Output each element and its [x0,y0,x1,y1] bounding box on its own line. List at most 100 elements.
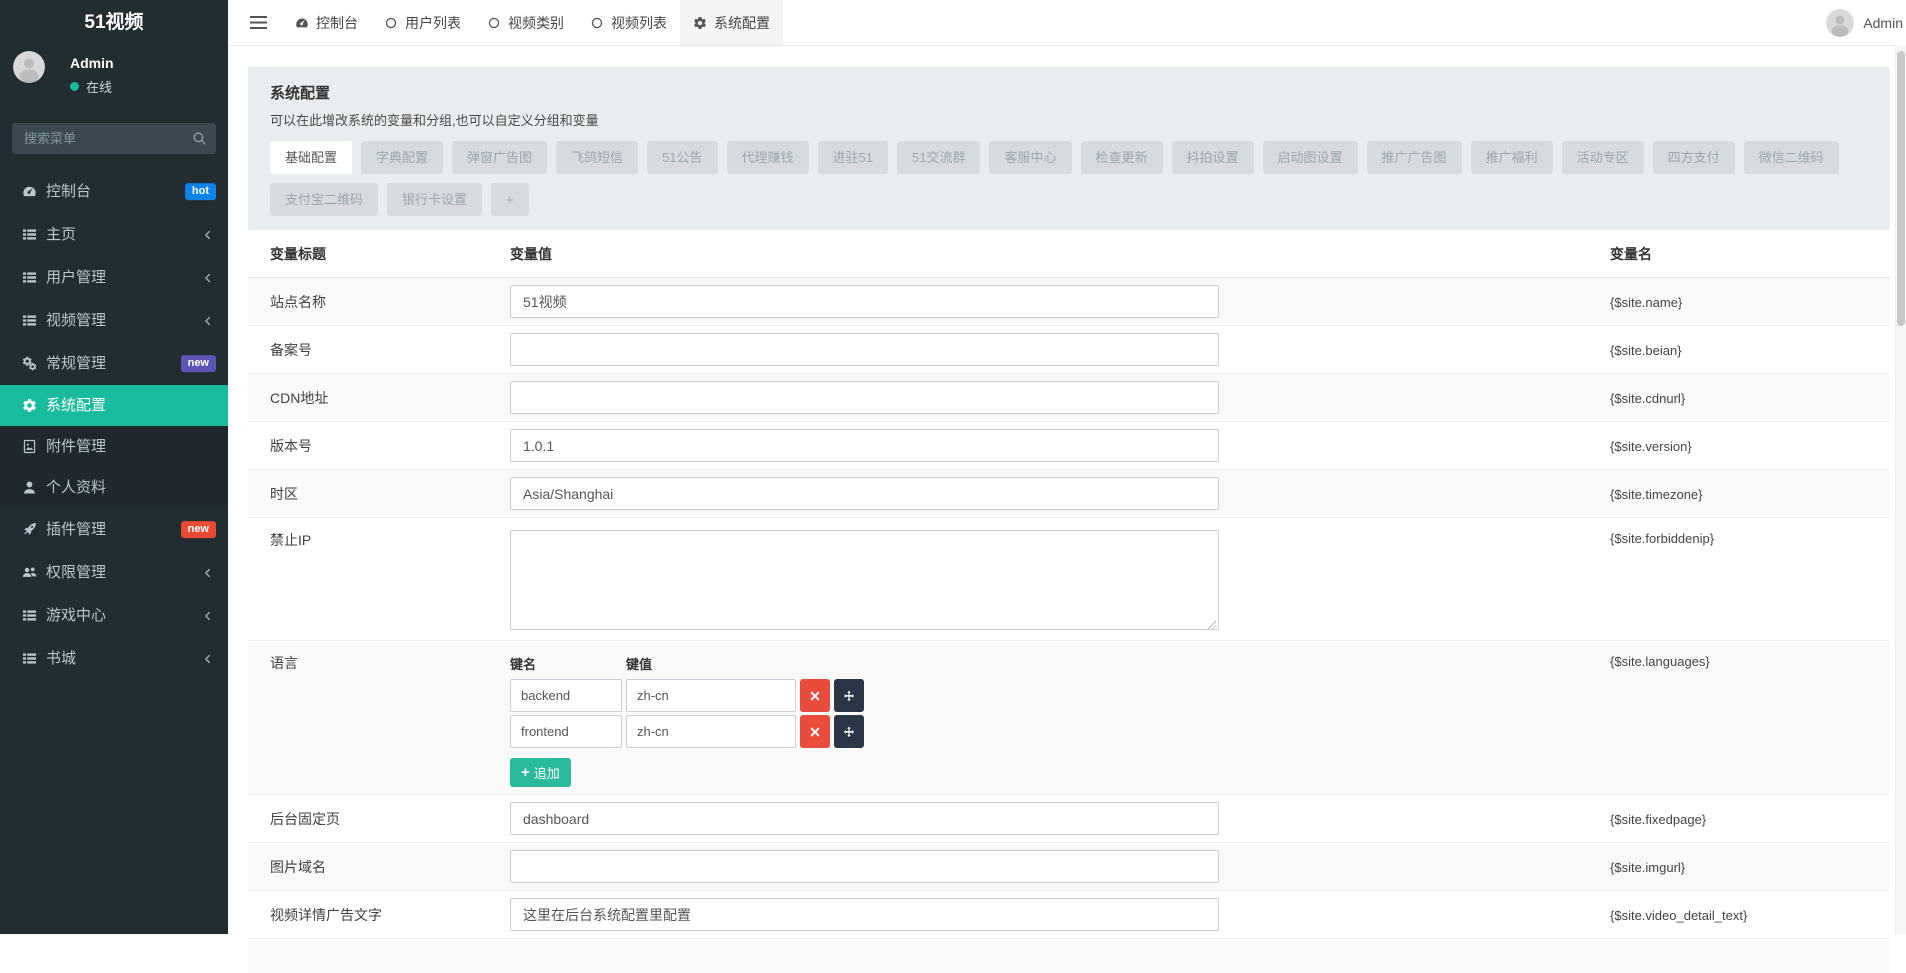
append-button[interactable]: +追加 [510,758,571,787]
sidebar-search [12,123,216,154]
group-tab[interactable]: 推广福利 [1471,141,1553,174]
group-tab[interactable]: 推广广告图 [1367,141,1462,174]
user-status: 在线 [70,77,112,96]
config-panel: 系统配置 可以在此增改系统的变量和分组,也可以自定义分组和变量 基础配置字典配置… [248,67,1890,973]
config-value-input[interactable] [510,429,1219,462]
sidebar-item[interactable]: 插件管理new [0,508,228,551]
group-tab[interactable]: 51公告 [647,141,717,174]
sidebar-item[interactable]: 游戏中心 [0,594,228,637]
config-group-tabs: 基础配置字典配置弹窗广告图飞鸽短信 51公告代理赚钱进驻51 51交流群客服中心检查… [270,141,1868,225]
config-value-input[interactable] [510,333,1219,366]
list-icon [22,227,37,242]
sidebar-item[interactable]: 视频管理 [0,299,228,342]
sidebar-item[interactable]: 附件管理 [0,426,228,467]
variable-name: {$site.timezone} [1610,487,1703,502]
variable-title: 后台固定页 [248,795,488,843]
menu-toggle-icon[interactable] [250,16,267,29]
variable-name: {$site.beian} [1610,343,1682,358]
delete-row-button[interactable] [800,679,830,712]
config-value-input[interactable] [510,898,1219,931]
group-tab[interactable]: 银行卡设置 [387,183,482,216]
group-tab[interactable]: 基础配置 [270,141,352,174]
group-tab[interactable]: 飞鸽短信 [556,141,638,174]
config-value-textarea[interactable] [510,530,1219,630]
kv-value-input[interactable] [626,715,796,748]
topbar-tab[interactable]: 控制台 [282,0,371,45]
new-badge: new [181,355,216,373]
group-tab[interactable]: 客服中心 [989,141,1071,174]
sidebar-item[interactable]: 主页 [0,213,228,256]
search-input[interactable] [12,123,216,154]
list-icon [22,270,37,285]
topbar-tab[interactable]: 视频列表 [577,0,680,45]
group-tab[interactable]: 抖拍设置 [1172,141,1254,174]
vertical-scrollbar[interactable] [1895,45,1906,934]
group-tab[interactable]: 四方支付 [1653,141,1735,174]
sidebar-item[interactable]: 权限管理 [0,551,228,594]
move-row-button[interactable] [834,679,864,712]
sidebar-item[interactable]: 控制台hot [0,170,228,213]
group-tab[interactable]: 微信二维码 [1744,141,1839,174]
sidebar-item-label: 用户管理 [46,269,106,286]
col-header-value: 变量值 [488,230,1588,278]
config-value-input[interactable] [510,381,1219,414]
variable-value-cell [488,470,1588,518]
variable-value-cell [488,374,1588,422]
move-row-button[interactable] [834,715,864,748]
cogs-icon [22,356,37,371]
col-header-title: 变量标题 [248,230,488,278]
topbar-tab-label: 视频列表 [611,13,667,33]
config-value-input[interactable] [510,285,1219,318]
variable-title: 版本号 [248,422,488,470]
topbar-tab[interactable]: 用户列表 [371,0,474,45]
delete-row-button[interactable] [800,715,830,748]
variable-value-cell [488,891,1588,939]
sidebar-item-label: 视频管理 [46,312,106,329]
sidebar-item[interactable]: 常规管理 new [0,342,228,385]
variable-name: {$site.forbiddenip} [1610,531,1714,546]
group-tab[interactable]: 活动专区 [1562,141,1644,174]
chevron-left-icon [201,314,215,328]
topbar-tab-label: 用户列表 [405,13,461,33]
add-group-tab-button[interactable]: + [491,183,529,216]
kv-key-input[interactable] [510,715,622,748]
chevron-left-icon [201,609,215,623]
config-value-input[interactable] [510,477,1219,510]
variable-title: CDN地址 [248,374,488,422]
config-row: 备案号 {$site.beian} [248,326,1890,374]
group-tab[interactable]: 支付宝二维码 [270,183,378,216]
topbar-tab[interactable]: 系统配置 [680,0,783,45]
kv-row [510,679,1587,712]
group-tab[interactable]: 启动图设置 [1263,141,1358,174]
partial-row [248,939,1890,973]
group-tab[interactable]: 51交流群 [897,141,980,174]
group-tab[interactable]: 进驻51 [818,141,888,174]
config-value-input[interactable] [510,802,1219,835]
topbar-user[interactable]: Admin [1826,0,1903,45]
kv-value-input[interactable] [626,679,796,712]
config-row: 时区 {$site.timezone} [248,470,1890,518]
variable-title: 视频详情广告文字 [248,891,488,939]
config-value-input[interactable] [510,850,1219,883]
variable-value-cell [488,278,1588,326]
sidebar-item[interactable]: 个人资料 [0,467,228,508]
circle-icon [590,16,604,30]
sidebar-item[interactable]: 系统配置 [0,385,228,426]
group-tab[interactable]: 字典配置 [361,141,443,174]
kv-key-input[interactable] [510,679,622,712]
variable-name: {$site.languages} [1610,654,1710,669]
group-tab[interactable]: 代理赚钱 [727,141,809,174]
sidebar: 51视频 Admin 在线 控制台hot 主页 用户管理 视频管理 常规管理ne… [0,0,228,934]
sidebar-item-label: 常规管理 [46,355,106,372]
topbar-tab[interactable]: 视频类别 [474,0,577,45]
topbar: 控制台 用户列表 视频类别 视频列表 系统配置 Admin [228,0,1906,46]
sidebar-item[interactable]: 用户管理 [0,256,228,299]
chevron-left-icon [201,652,215,666]
search-icon[interactable] [192,131,207,146]
group-tab[interactable]: 检查更新 [1081,141,1163,174]
sidebar-item[interactable]: 书城 [0,637,228,680]
move-icon [843,690,855,702]
scrollbar-thumb[interactable] [1897,51,1905,326]
variable-value-cell [488,326,1588,374]
group-tab[interactable]: 弹窗广告图 [452,141,547,174]
